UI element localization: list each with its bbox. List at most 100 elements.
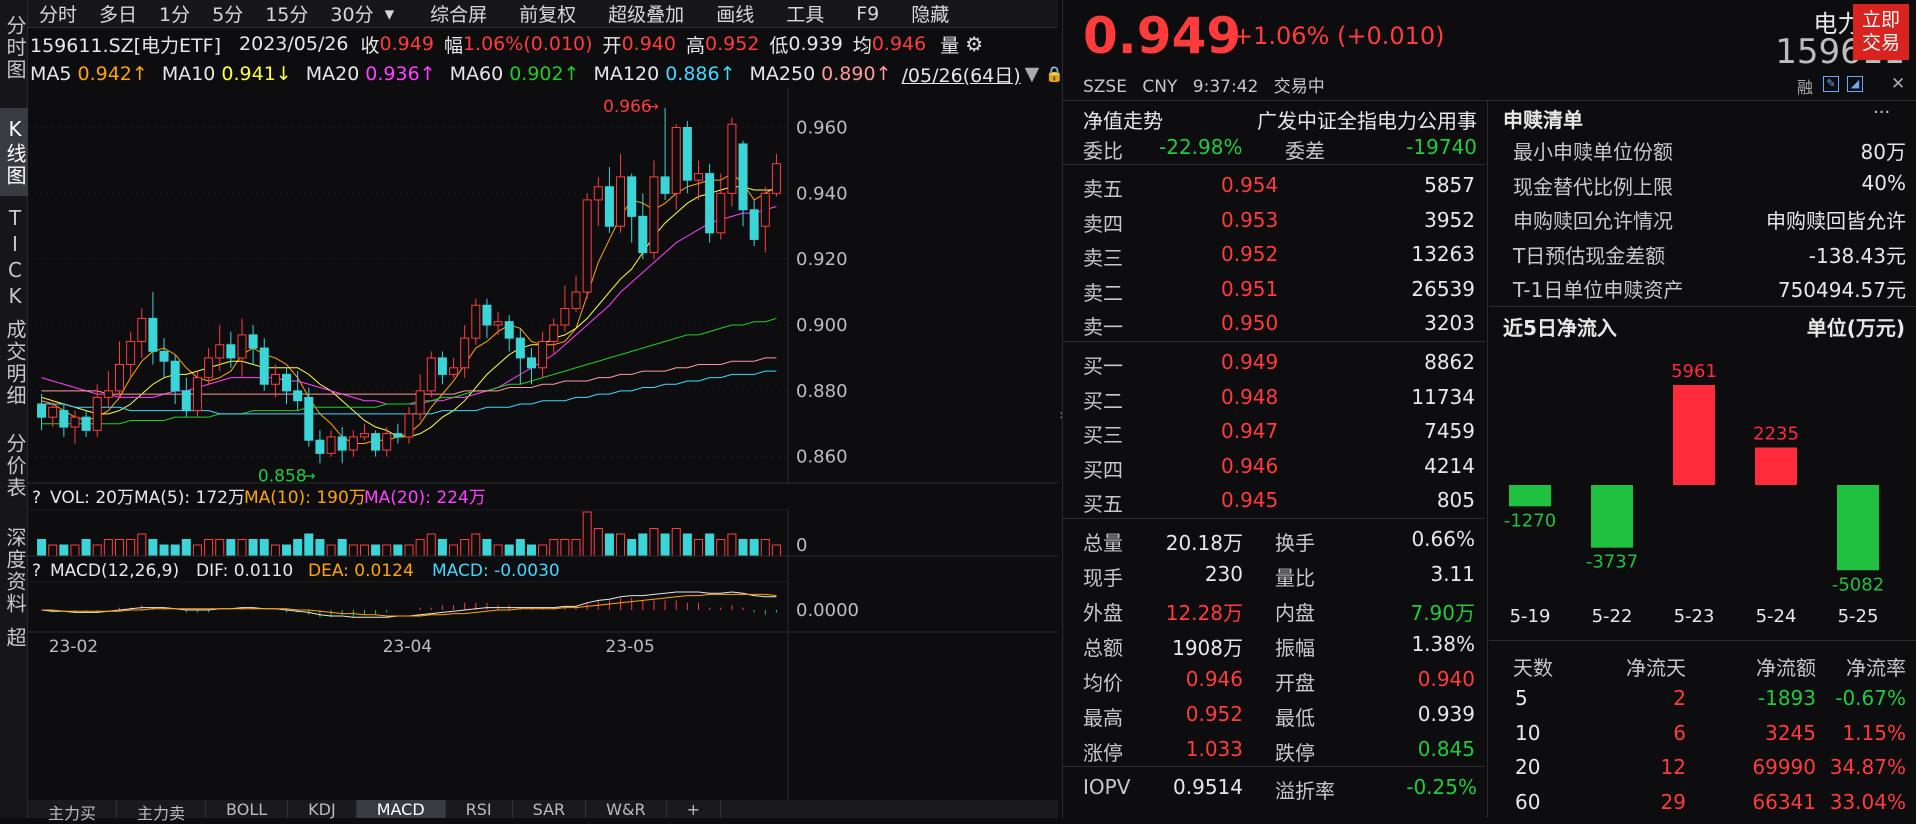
kline-chart[interactable]: 0.9600.9400.9200.9000.8800.8600.966→0.85… — [28, 88, 1058, 800]
stat-value: 0.940 — [1417, 667, 1475, 691]
left-rail-tab-5[interactable]: 深度资料 — [0, 512, 28, 630]
volume-bar — [81, 539, 91, 557]
quote-volume: 5857 — [1424, 173, 1475, 197]
stat-value: 7.90万 — [1410, 601, 1475, 625]
period-tab-0[interactable]: 分时 — [28, 0, 88, 27]
close-value: 0.949 — [379, 33, 434, 55]
candle — [181, 377, 191, 418]
redemption-value: 40% — [1861, 170, 1906, 195]
volume-bar — [170, 544, 180, 557]
quote-row[interactable]: 卖五 0.954 5857 — [1063, 168, 1485, 203]
stat-row: 涨停 1.033 跌停 0.845 — [1063, 732, 1485, 767]
period-tab-1[interactable]: 多日 — [88, 0, 148, 27]
volume-bar — [682, 533, 692, 557]
tool-6[interactable]: 隐藏 — [895, 0, 965, 27]
indicator-tab-0[interactable]: 主力买 — [28, 800, 118, 823]
settings-gear-icon[interactable]: ⚙ — [965, 32, 983, 56]
left-rail-tab-2[interactable]: TICK — [0, 206, 28, 310]
period-more-icon[interactable]: ▾ — [385, 3, 415, 25]
right-panel: 0.949 +1.06% (+0.010) 电力ETF 159611 立即交易 … — [1062, 0, 1916, 818]
iopv-row: IOPV 0.9514 溢折率 -0.25% — [1063, 770, 1485, 805]
candle — [571, 275, 581, 312]
close-icon[interactable]: ✕ — [1891, 74, 1905, 94]
stat-label: 外盘 — [1083, 601, 1123, 625]
tool-1[interactable]: 前复权 — [503, 0, 592, 27]
tool-0[interactable]: 综合屏 — [414, 0, 503, 27]
left-rail-tab-1[interactable]: K线图 — [0, 108, 28, 196]
period-tab-5[interactable]: 30分 — [319, 0, 384, 27]
date-range-dropdown-icon[interactable]: ▼ — [1025, 63, 1040, 85]
quote-row[interactable]: 卖四 0.953 3952 — [1063, 203, 1485, 238]
min-arrow-icon: → — [304, 468, 316, 484]
indicator-tab-3[interactable]: KDJ — [288, 800, 357, 819]
volume-bar — [593, 528, 603, 557]
flow-table-cell: 12 — [1660, 755, 1686, 779]
stat-label: 跌停 — [1275, 741, 1315, 765]
left-rail-tab-3[interactable]: 成交明细 — [0, 312, 28, 414]
quote-row[interactable]: 买一 0.949 8862 — [1063, 345, 1485, 380]
tool-2[interactable]: 超级叠加 — [592, 0, 700, 27]
quote-volume: 805 — [1436, 488, 1475, 512]
quote-row[interactable]: 卖二 0.951 26539 — [1063, 272, 1485, 307]
market-status-line: SZSE CNY 9:37:42 交易中 — [1083, 72, 1325, 97]
macd-dea: DEA: 0.0124 — [308, 561, 414, 581]
volume-bar — [204, 539, 214, 557]
volume-bar — [226, 539, 236, 557]
period-tab-2[interactable]: 1分 — [148, 0, 201, 27]
edit-icon[interactable]: ✎ — [1823, 76, 1839, 92]
stat-label: 开盘 — [1275, 671, 1315, 695]
redemption-label: T-1日单位申赎资产 — [1513, 278, 1684, 302]
pin-icon[interactable]: ◢ — [1847, 76, 1863, 92]
tool-5[interactable]: F9 — [840, 3, 895, 25]
trade-now-button[interactable]: 立即交易 — [1853, 4, 1909, 60]
flow-x-label: 5-25 — [1838, 606, 1879, 627]
left-rail-tab-4[interactable]: 分价表 — [0, 424, 28, 508]
quote-price: 0.951 — [1221, 276, 1279, 301]
redemption-more-button[interactable]: ··· — [1873, 102, 1890, 123]
candle — [616, 153, 626, 233]
quote-row[interactable]: 卖一 0.950 3203 — [1063, 306, 1485, 341]
flow-bar-label: 5961 — [1671, 361, 1717, 382]
indicator-tab-8[interactable]: + — [667, 800, 721, 819]
tool-4[interactable]: 工具 — [770, 0, 840, 27]
candle — [716, 173, 726, 240]
indicator-tab-6[interactable]: SAR — [513, 800, 587, 819]
candle — [471, 298, 481, 345]
quote-row[interactable]: 买二 0.948 11734 — [1063, 380, 1485, 415]
premium-label: 溢折率 — [1275, 779, 1335, 803]
candle — [560, 285, 570, 332]
volume-bar — [248, 539, 258, 557]
indicator-tab-7[interactable]: W&R — [586, 800, 667, 819]
candle — [337, 427, 347, 464]
left-rail-tab-6[interactable]: 超 — [0, 620, 28, 656]
tool-3[interactable]: 画线 — [700, 0, 770, 27]
candle — [293, 371, 303, 411]
left-rail-tab-0[interactable]: 分时图 — [0, 0, 28, 96]
flow-table-cell: 2 — [1673, 686, 1686, 710]
quote-row[interactable]: 买四 0.946 4214 — [1063, 449, 1485, 484]
quote-row[interactable]: 卖三 0.952 13263 — [1063, 237, 1485, 272]
redemption-value: 申购赎回皆允许 — [1766, 209, 1906, 233]
quote-level-label: 卖三 — [1083, 246, 1123, 270]
period-tab-4[interactable]: 15分 — [254, 0, 319, 27]
volume-bar — [471, 533, 481, 557]
vol-axis-label: 0 — [796, 535, 807, 556]
candle — [137, 308, 147, 358]
candle — [604, 167, 614, 233]
indicator-tab-2[interactable]: BOLL — [206, 800, 289, 819]
indicator-tab-1[interactable]: 主力卖 — [117, 800, 207, 823]
volume-bar — [560, 539, 570, 557]
vol-help-icon[interactable]: ? — [32, 488, 41, 508]
quote-row[interactable]: 买三 0.947 7459 — [1063, 414, 1485, 449]
flow-table-cell: 1.15% — [1842, 720, 1906, 745]
indicator-tab-4[interactable]: MACD — [356, 800, 446, 819]
flow-bar-label: -5082 — [1832, 574, 1884, 595]
volume-bar — [114, 539, 125, 557]
indicator-tab-5[interactable]: RSI — [446, 800, 513, 819]
quote-row[interactable]: 买五 0.945 805 — [1063, 483, 1485, 518]
date-range[interactable]: /05/26(64日) — [902, 61, 1021, 88]
period-tab-3[interactable]: 5分 — [201, 0, 254, 27]
macd-help-icon[interactable]: ? — [32, 561, 41, 581]
currency: CNY — [1142, 77, 1178, 97]
quote-price: 0.946 — [1221, 453, 1279, 478]
